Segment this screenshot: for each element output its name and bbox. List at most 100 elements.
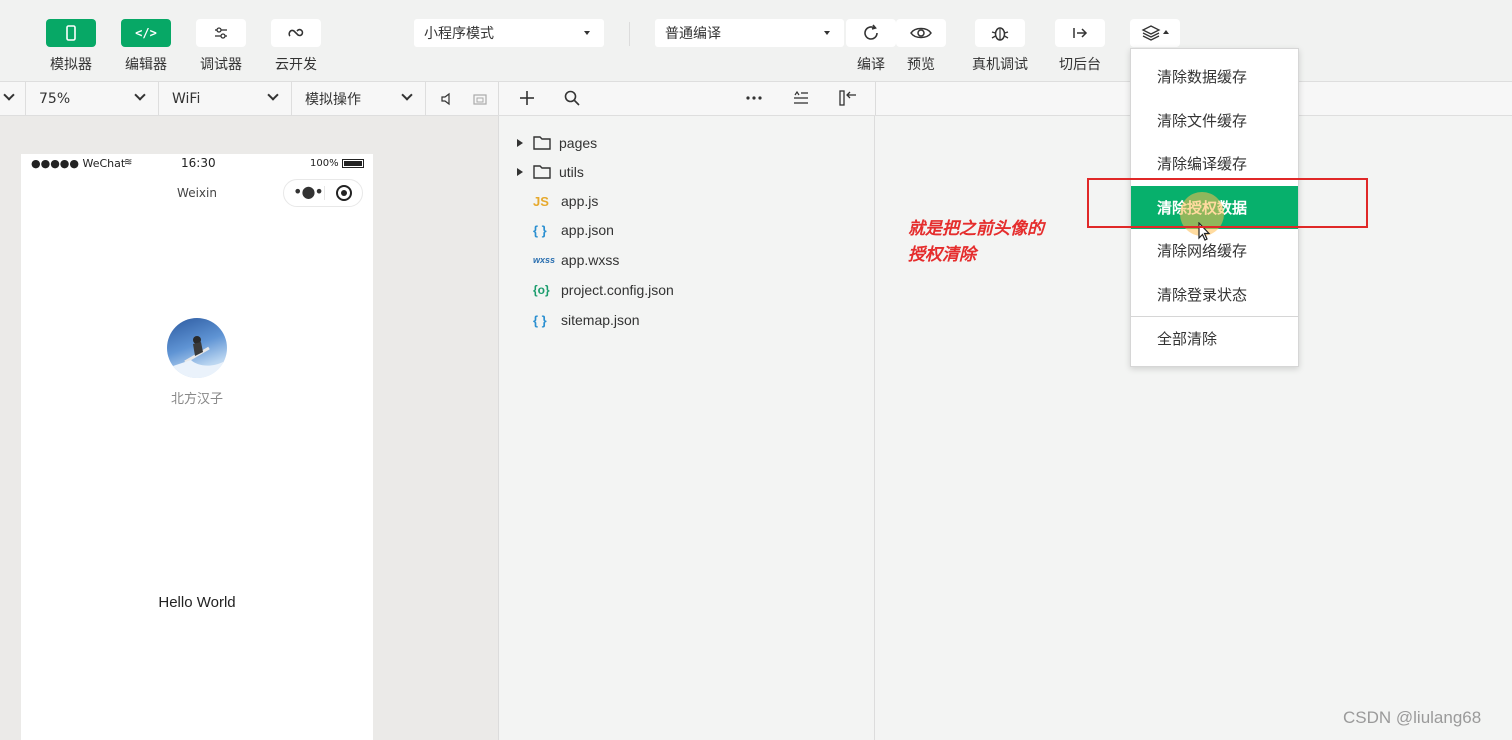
menu-item-clear-file-cache[interactable]: 清除文件缓存	[1131, 99, 1298, 142]
file-explorer: pages utils JS app.js { } app.json wxss …	[500, 116, 875, 740]
collapse-all-icon[interactable]	[793, 91, 809, 105]
debugger-label: 调试器	[200, 57, 242, 73]
phone-status-bar: ●●●●● WeChat ≋ 16:30 100%	[21, 154, 373, 174]
js-file-icon: JS	[533, 193, 549, 209]
editor-label: 编辑器	[125, 57, 167, 73]
menu-item-clear-data-cache[interactable]: 清除数据缓存	[1131, 55, 1298, 98]
capsule-divider	[324, 186, 325, 200]
compile-mode-select[interactable]: 普通编译	[655, 19, 844, 47]
mode-select[interactable]: 小程序模式	[414, 19, 604, 47]
explorer-toolbar	[500, 82, 876, 115]
caret-down-icon	[584, 31, 590, 35]
network-select[interactable]: WiFi	[159, 82, 292, 115]
expand-arrow-icon[interactable]	[517, 139, 523, 147]
more-icon[interactable]	[746, 96, 762, 100]
zoom-value: 75%	[39, 90, 71, 107]
tree-item-name: app.json	[561, 222, 614, 238]
phone-icon	[66, 25, 76, 41]
debugger-toggle-button[interactable]	[196, 19, 246, 47]
chevron-down-icon	[401, 89, 413, 101]
sim-operation-value: 模拟操作	[305, 91, 361, 108]
tree-item-name: app.js	[561, 193, 599, 209]
tree-item-name: app.wxss	[561, 252, 620, 268]
wifi-icon: ≋	[124, 157, 133, 168]
cloud-dev-label: 云开发	[275, 57, 317, 73]
code-icon: </>	[135, 26, 157, 40]
clock-text: 16:30	[181, 156, 216, 170]
bug-icon	[991, 27, 1009, 41]
window-icon[interactable]	[472, 93, 488, 105]
simulator-panel: ●●●●● WeChat ≋ 16:30 100% Weixin •●• 北方汉…	[0, 116, 499, 740]
wxss-file-icon: wxss	[533, 255, 556, 265]
expand-arrow-icon[interactable]	[517, 168, 523, 176]
switch-background-label: 切后台	[1059, 57, 1101, 73]
phone-screen[interactable]: ●●●●● WeChat ≋ 16:30 100% Weixin •●• 北方汉…	[21, 154, 373, 740]
clear-cache-button[interactable]	[1130, 19, 1180, 47]
sim-operation-select[interactable]: 模拟操作	[292, 82, 426, 115]
sliders-icon	[215, 27, 227, 39]
tree-item-name: pages	[559, 135, 598, 151]
tree-item-project-config[interactable]: {o} project.config.json	[500, 278, 874, 302]
json-file-icon: { }	[533, 312, 547, 328]
editor-toggle-button[interactable]: </>	[121, 19, 171, 47]
close-target-icon[interactable]	[336, 185, 352, 201]
sidebar-collapse-icon[interactable]	[839, 90, 857, 106]
battery-text: 100%	[310, 158, 339, 169]
sim-extra-controls	[426, 82, 499, 115]
capsule-menu[interactable]: •●•	[283, 179, 363, 207]
tree-item-utils[interactable]: utils	[500, 160, 874, 184]
red-highlight-box	[1087, 178, 1368, 228]
folder-icon	[533, 165, 551, 179]
switch-background-button[interactable]	[1055, 19, 1105, 47]
simulator-label: 模拟器	[50, 57, 92, 73]
user-nickname: 北方汉子	[170, 392, 223, 407]
chevron-down-icon	[267, 89, 279, 101]
plus-icon[interactable]	[519, 90, 535, 106]
preview-label: 预览	[907, 57, 935, 73]
menu-item-clear-network-cache[interactable]: 清除网络缓存	[1131, 229, 1298, 272]
simulator-toggle-button[interactable]	[46, 19, 96, 47]
chevron-down-icon	[134, 89, 146, 101]
tree-item-pages[interactable]: pages	[500, 131, 874, 155]
tree-item-app-js[interactable]: JS app.js	[500, 189, 874, 213]
real-device-debug-button[interactable]	[975, 19, 1025, 47]
red-annotation: 就是把之前头像的 授权清除	[908, 216, 1098, 268]
tree-item-name: project.config.json	[561, 282, 674, 298]
tree-item-name: utils	[559, 164, 584, 180]
user-avatar[interactable]	[167, 318, 227, 378]
tree-item-app-wxss[interactable]: wxss app.wxss	[500, 248, 874, 272]
carrier-text: ●●●●● WeChat	[31, 157, 126, 170]
chevron-down-icon	[3, 89, 15, 101]
zoom-select[interactable]: 75%	[26, 82, 159, 115]
cloud-link-icon	[288, 28, 304, 37]
refresh-icon	[864, 24, 878, 40]
preview-button[interactable]	[896, 19, 946, 47]
speaker-icon[interactable]	[440, 92, 452, 106]
config-file-icon: {o}	[533, 283, 550, 297]
hello-text: Hello World	[158, 594, 236, 611]
real-device-debug-label: 真机调试	[972, 57, 1028, 73]
snowboarder-image	[167, 336, 227, 378]
toolbar-divider	[629, 22, 630, 46]
mode-select-value: 小程序模式	[424, 26, 494, 42]
menu-item-clear-all[interactable]: 全部清除	[1131, 317, 1298, 360]
json-file-icon: { }	[533, 222, 547, 238]
compile-label: 编译	[857, 57, 885, 73]
search-icon[interactable]	[564, 90, 580, 106]
folder-icon	[533, 136, 551, 150]
more-dots-icon[interactable]: •●•	[293, 182, 324, 201]
caret-down-icon	[824, 31, 830, 35]
layers-icon	[1141, 25, 1169, 41]
watermark: CSDN @liulang68	[1343, 708, 1482, 727]
exit-arrow-icon	[1073, 28, 1088, 38]
compile-mode-value: 普通编译	[665, 26, 721, 42]
device-select[interactable]	[0, 82, 26, 115]
compile-button[interactable]	[846, 19, 896, 47]
cloud-dev-button[interactable]	[271, 19, 321, 47]
tree-item-name: sitemap.json	[561, 312, 640, 328]
tree-item-app-json[interactable]: { } app.json	[500, 218, 874, 242]
annotation-line-1: 就是把之前头像的	[908, 219, 1044, 239]
battery-icon	[342, 159, 364, 168]
menu-item-clear-login-state[interactable]: 清除登录状态	[1131, 273, 1298, 316]
tree-item-sitemap-json[interactable]: { } sitemap.json	[500, 308, 874, 332]
